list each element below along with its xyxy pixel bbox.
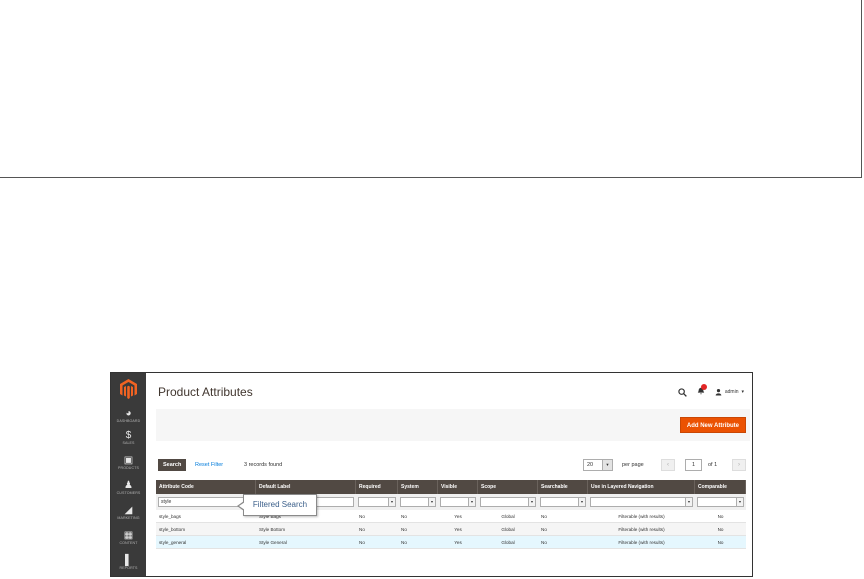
- filtered-search-callout: Filtered Search: [237, 494, 317, 516]
- user-name: admin: [724, 389, 739, 395]
- chevron-down-icon: ▼: [736, 498, 743, 506]
- grid-header-row: Attribute Code Default Label Required Sy…: [156, 480, 746, 494]
- layered-navigation-filter-select[interactable]: ▼: [590, 497, 693, 507]
- required-filter-select[interactable]: ▼: [358, 497, 396, 507]
- chevron-down-icon: ▾: [741, 389, 744, 395]
- records-found: 3 records found: [244, 462, 283, 468]
- column-header-system[interactable]: System: [398, 480, 438, 494]
- dollar-icon: $: [125, 430, 132, 441]
- table-row[interactable]: style_general Style General No No Yes Gl…: [156, 536, 746, 549]
- sidebar-item-customers[interactable]: ♟ CUSTOMERS: [111, 481, 146, 496]
- bar-chart-icon: ▌: [124, 555, 133, 566]
- system-filter-select[interactable]: ▼: [400, 497, 436, 507]
- sidebar-item-sales[interactable]: $ SALES: [111, 431, 146, 446]
- person-icon: ♟: [124, 480, 133, 491]
- admin-screenshot: ◕ DASHBOARD $ SALES ▣ PRODUCTS ♟ CUSTOME…: [110, 372, 753, 577]
- admin-sidebar: ◕ DASHBOARD $ SALES ▣ PRODUCTS ♟ CUSTOME…: [111, 373, 146, 576]
- content-icon: ▦: [123, 530, 134, 541]
- chevron-left-icon: ‹: [667, 462, 669, 468]
- dashboard-icon: ◕: [125, 408, 132, 419]
- next-page-button[interactable]: ›: [732, 459, 746, 471]
- searchable-filter-select[interactable]: ▼: [540, 497, 586, 507]
- chevron-down-icon: ▼: [578, 498, 585, 506]
- chevron-down-icon: ▼: [468, 498, 475, 506]
- cube-icon: ▣: [123, 455, 134, 466]
- visible-filter-select[interactable]: ▼: [440, 497, 476, 507]
- comparable-filter-select[interactable]: ▼: [697, 497, 744, 507]
- column-header-default-label[interactable]: Default Label: [256, 480, 356, 494]
- chevron-right-icon: ›: [738, 462, 740, 468]
- column-header-comparable[interactable]: Comparable: [695, 480, 746, 494]
- page-number-input[interactable]: 1: [685, 459, 702, 471]
- search-icon[interactable]: [678, 387, 687, 397]
- sidebar-item-reports[interactable]: ▌ REPORTS: [111, 556, 146, 571]
- header-actions: admin ▾: [678, 384, 744, 399]
- column-header-attribute-code[interactable]: Attribute Code: [156, 480, 256, 494]
- megaphone-icon: ◢: [124, 505, 133, 516]
- previous-page-button[interactable]: ‹: [661, 459, 675, 471]
- scope-filter-select[interactable]: ▼: [480, 497, 536, 507]
- chevron-down-icon: ▼: [388, 498, 395, 506]
- chevron-down-icon: ▼: [528, 498, 535, 506]
- chevron-down-icon: ▼: [602, 460, 612, 470]
- chevron-down-icon: ▼: [685, 498, 692, 506]
- reset-filter-link[interactable]: Reset Filter: [195, 462, 223, 468]
- notification-badge: [700, 384, 707, 390]
- page-title: Product Attributes: [158, 385, 253, 399]
- grid-toolbar: Search Reset Filter 3 records found 20 ▼…: [158, 459, 748, 473]
- table-row[interactable]: style_bottom Style Bottom No No Yes Glob…: [156, 523, 746, 536]
- sidebar-item-products[interactable]: ▣ PRODUCTS: [111, 456, 146, 471]
- add-new-attribute-button[interactable]: Add New Attribute: [679, 417, 746, 433]
- page-total: of 1: [708, 462, 718, 468]
- column-header-scope[interactable]: Scope: [478, 480, 538, 494]
- sidebar-item-content[interactable]: ▦ CONTENT: [111, 531, 146, 546]
- chevron-down-icon: ▼: [428, 498, 435, 506]
- sidebar-item-marketing[interactable]: ◢ MARKETING: [111, 506, 146, 521]
- per-page-select[interactable]: 20 ▼: [583, 459, 613, 471]
- column-header-searchable[interactable]: Searchable: [538, 480, 588, 494]
- main-content: Product Attributes admin ▾ Add New Attri…: [146, 373, 752, 576]
- user-icon: [715, 388, 722, 396]
- column-header-layered-navigation[interactable]: Use in Layered Navigation: [588, 480, 695, 494]
- column-header-visible[interactable]: Visible: [438, 480, 478, 494]
- notifications-bell-icon[interactable]: [697, 384, 707, 397]
- user-menu[interactable]: admin ▾: [715, 388, 744, 396]
- search-button[interactable]: Search: [158, 459, 187, 471]
- magento-logo-icon: [120, 379, 137, 399]
- sidebar-item-dashboard[interactable]: ◕ DASHBOARD: [111, 409, 146, 424]
- per-page-label: per page: [622, 462, 644, 468]
- page-actions-bar: Add New Attribute: [156, 409, 750, 441]
- blank-panel: [0, 0, 862, 178]
- column-header-required[interactable]: Required: [356, 480, 398, 494]
